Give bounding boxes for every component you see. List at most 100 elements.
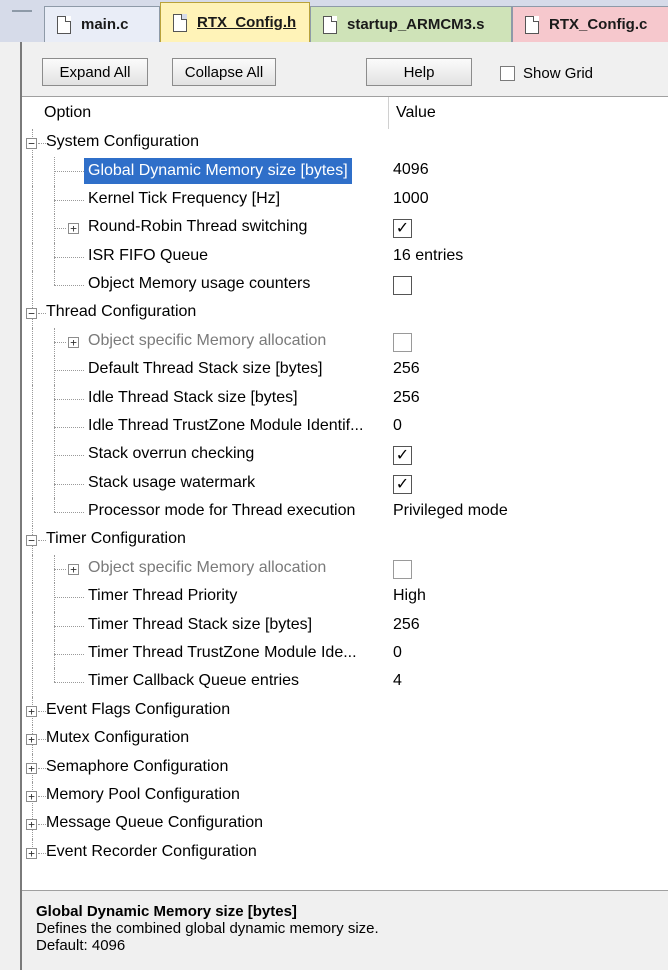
tree-branch-line <box>54 483 84 485</box>
option-label: Timer Thread TrustZone Module Ide... <box>88 644 357 662</box>
tree-branch-line <box>38 710 46 712</box>
tree-guide-line <box>54 270 55 285</box>
option-value[interactable]: 4 <box>393 672 402 690</box>
option-label: Event Recorder Configuration <box>46 842 257 860</box>
tree-option-row[interactable]: ISR FIFO Queue 16 entries <box>22 242 668 271</box>
show-grid-checkbox[interactable] <box>500 65 515 81</box>
plus-box-icon[interactable]: + <box>68 336 79 348</box>
tree-branch-line <box>54 654 84 656</box>
editor-tab-strip: main.c RTX_Config.h startup_ARMCM3.s RTX… <box>0 0 668 42</box>
column-header-option[interactable]: Option <box>44 104 91 122</box>
option-checkbox[interactable]: ✓ <box>393 474 412 494</box>
option-checkbox[interactable]: ✓ <box>393 446 412 466</box>
minus-box-icon[interactable]: − <box>26 308 37 320</box>
option-checkbox[interactable] <box>393 275 412 295</box>
tree-group-row[interactable]: − Timer Configuration <box>22 526 668 555</box>
column-header-value[interactable]: Value <box>396 104 436 122</box>
tree-branch-line <box>54 682 84 684</box>
option-value[interactable]: 4096 <box>393 161 429 179</box>
tree-branch-line <box>54 426 84 428</box>
option-label: Semaphore Configuration <box>46 757 229 775</box>
option-label: Processor mode for Thread execution <box>88 502 356 520</box>
tree-branch-line <box>54 171 84 173</box>
tab-main-c[interactable]: main.c <box>44 6 160 42</box>
help-button[interactable]: Help <box>366 58 472 86</box>
tree-option-row[interactable]: Timer Callback Queue entries 4 <box>22 668 668 697</box>
option-label: Global Dynamic Memory size [bytes] <box>84 158 352 185</box>
tree-group-row[interactable]: + Event Flags Configuration <box>22 696 668 726</box>
plus-box-icon[interactable]: + <box>26 790 37 802</box>
tab-label: startup_ARMCM3.s <box>347 16 485 33</box>
option-label: Event Flags Configuration <box>46 700 231 718</box>
option-value[interactable]: 1000 <box>393 190 429 208</box>
tree-group-row[interactable]: + Event Recorder Configuration <box>22 838 668 867</box>
document-icon <box>57 15 71 34</box>
option-value[interactable]: 0 <box>393 417 402 435</box>
wizard-toolbar: Expand All Collapse All Help Show Grid <box>22 42 668 92</box>
tree-header: Option Value <box>22 97 668 129</box>
tab-rtx-config-h[interactable]: RTX_Config.h <box>160 2 310 42</box>
tree-option-row[interactable]: Kernel Tick Frequency [Hz] 1000 <box>22 185 668 215</box>
tree-group-row[interactable]: − Thread Configuration <box>22 299 668 328</box>
show-grid-toggle[interactable]: Show Grid <box>500 62 593 84</box>
tree-option-row[interactable]: Global Dynamic Memory size [bytes] 4096 <box>22 157 668 186</box>
tree-group-row[interactable]: + Memory Pool Configuration <box>22 781 668 811</box>
tree-option-row[interactable]: Timer Thread Priority High <box>22 583 668 612</box>
option-value[interactable]: Privileged mode <box>393 502 508 520</box>
tree-rows: − System Configuration Global Dynamic Memo… <box>22 129 668 867</box>
option-label: ISR FIFO Queue <box>88 246 209 264</box>
tree-option-row[interactable]: + Round-Robin Thread switching ✓ <box>22 214 668 243</box>
option-value[interactable]: 256 <box>393 360 420 378</box>
tree-guide-line <box>32 242 33 271</box>
tree-option-row[interactable]: Idle Thread TrustZone Module Identif... 0 <box>22 412 668 442</box>
tab-label: RTX_Config.c <box>549 16 648 33</box>
tree-option-row[interactable]: Processor mode for Thread execution Privi… <box>22 498 668 527</box>
options-tree[interactable]: Option Value − System Configuration Global… <box>22 96 668 890</box>
plus-box-icon[interactable]: + <box>26 705 37 717</box>
option-value[interactable]: 16 entries <box>393 247 463 265</box>
tree-group-row[interactable]: + Message Queue Configuration <box>22 810 668 839</box>
tree-branch-line <box>54 512 84 514</box>
tree-option-row[interactable]: + Object specific Memory allocation <box>22 327 668 357</box>
tree-option-row[interactable]: Object Memory usage counters <box>22 270 668 300</box>
option-value[interactable]: 256 <box>393 389 420 407</box>
show-grid-label: Show Grid <box>523 64 594 82</box>
plus-box-icon[interactable]: + <box>26 734 37 746</box>
tree-option-row[interactable]: Timer Thread Stack size [bytes] 256 <box>22 611 668 641</box>
collapse-all-button[interactable]: Collapse All <box>172 58 276 86</box>
option-label: System Configuration <box>46 133 199 150</box>
plus-box-icon[interactable]: + <box>26 847 37 859</box>
tree-option-row[interactable]: Stack overrun checking ✓ <box>22 441 668 470</box>
tree-group-row[interactable]: − System Configuration <box>22 129 668 158</box>
tree-option-row[interactable]: Default Thread Stack size [bytes] 256 <box>22 356 668 385</box>
plus-box-icon[interactable]: + <box>68 223 79 235</box>
tree-option-row[interactable]: Timer Thread TrustZone Module Ide... 0 <box>22 640 668 669</box>
expand-all-button[interactable]: Expand All <box>42 58 148 86</box>
plus-box-icon[interactable]: + <box>68 563 79 575</box>
option-checkbox[interactable]: ✓ <box>393 219 412 239</box>
option-checkbox[interactable] <box>393 559 412 579</box>
option-value[interactable]: High <box>393 587 426 605</box>
option-value[interactable]: 0 <box>393 644 402 662</box>
tab-startup-armcm3-s[interactable]: startup_ARMCM3.s <box>310 6 512 42</box>
tree-option-row[interactable]: + Object specific Memory allocation <box>22 554 668 584</box>
minus-box-icon[interactable]: − <box>26 138 37 149</box>
configuration-wizard-panel: Expand All Collapse All Help Show Grid O… <box>20 42 668 970</box>
tree-group-row[interactable]: + Mutex Configuration <box>22 725 668 754</box>
tree-group-row[interactable]: + Semaphore Configuration <box>22 753 668 782</box>
tree-guide-line <box>32 214 33 243</box>
option-value[interactable]: 256 <box>393 616 420 634</box>
tree-option-row[interactable]: Idle Thread Stack size [bytes] 256 <box>22 384 668 413</box>
tree-branch-line <box>38 795 46 797</box>
checkmark-icon: ✓ <box>395 220 410 238</box>
tab-rtx-config-c[interactable]: RTX_Config.c <box>512 6 668 42</box>
plus-box-icon[interactable]: + <box>26 819 37 831</box>
plus-box-icon[interactable]: + <box>26 762 37 774</box>
minus-box-icon[interactable]: − <box>26 535 37 547</box>
option-checkbox[interactable] <box>393 332 412 352</box>
tree-branch-line <box>54 228 66 230</box>
tree-branch-line <box>54 625 84 627</box>
tree-option-row[interactable]: Stack usage watermark ✓ <box>22 469 668 499</box>
column-divider[interactable] <box>388 97 389 129</box>
option-label: Timer Thread Stack size [bytes] <box>88 615 313 633</box>
